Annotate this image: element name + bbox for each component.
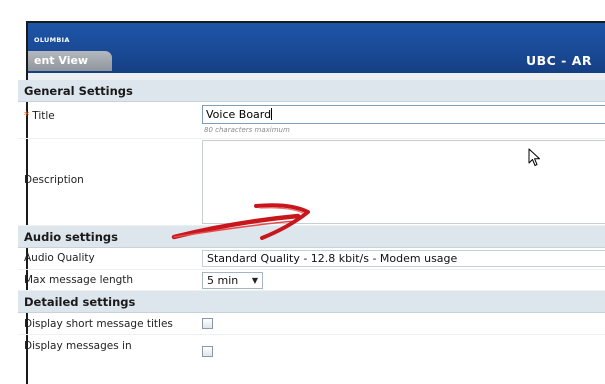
title-input[interactable]: Voice Board: [202, 105, 605, 124]
short-titles-label: Display short message titles: [24, 318, 173, 330]
max-length-row: Max message length 5 min ▼: [18, 270, 605, 291]
audio-quality-label: Audio Quality: [24, 252, 95, 264]
view-tab[interactable]: ent View: [28, 51, 112, 71]
text-caret: [271, 108, 273, 120]
short-titles-checkbox[interactable]: [202, 318, 213, 329]
required-mark: *: [24, 110, 30, 122]
header-banner: OLUMBIA ent View UBC - AR: [28, 23, 605, 73]
title-input-value: Voice Board: [206, 108, 272, 121]
mouse-pointer-icon: [528, 148, 540, 166]
max-length-select[interactable]: 5 min ▼: [202, 272, 263, 289]
display-messages-label: Display messages in: [24, 340, 132, 352]
title-hint: 80 characters maximum: [204, 126, 290, 134]
audio-quality-select[interactable]: Standard Quality - 12.8 kbit/s - Modem u…: [202, 250, 605, 267]
display-messages-checkbox[interactable]: [202, 346, 213, 357]
audio-quality-control: Standard Quality - 12.8 kbit/s - Modem u…: [202, 250, 605, 267]
audio-quality-row: Audio Quality Standard Quality - 12.8 kb…: [18, 248, 605, 270]
max-length-value: 5 min: [207, 274, 239, 287]
audio-quality-value: Standard Quality - 12.8 kbit/s - Modem u…: [207, 252, 458, 265]
title-row: * Title Voice Board 80 characters maximum: [18, 102, 605, 139]
max-length-control: 5 min ▼: [202, 272, 263, 289]
section-general-settings: General Settings: [18, 80, 605, 102]
red-arrow-annotation-icon: [171, 203, 310, 240]
display-messages-row: Display messages in: [18, 335, 605, 357]
description-label: Description: [24, 174, 84, 186]
short-titles-control: [202, 318, 213, 329]
title-control: Voice Board 80 characters maximum: [202, 105, 605, 134]
app-title: UBC - AR: [525, 53, 592, 68]
title-label-text: Title: [32, 110, 55, 122]
dropdown-arrow-icon: ▼: [251, 276, 258, 285]
display-messages-control: [202, 346, 213, 357]
section-detailed-settings: Detailed settings: [18, 291, 605, 313]
max-length-label: Max message length: [24, 274, 134, 286]
short-titles-row: Display short message titles: [18, 313, 605, 335]
title-label: * Title: [24, 110, 55, 122]
brand-text: OLUMBIA: [34, 36, 70, 44]
